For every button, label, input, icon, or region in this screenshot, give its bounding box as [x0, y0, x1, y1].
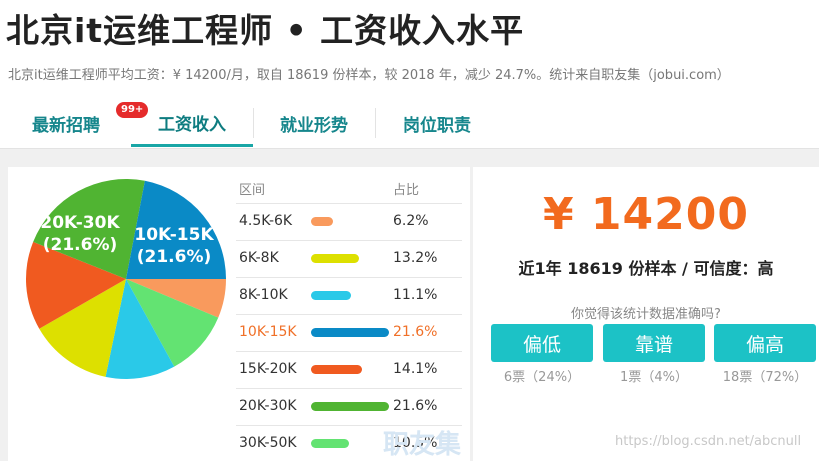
sample-info: 近1年 18619 份样本 / 可信度：高: [518, 259, 774, 278]
salary-range: 8K-10K: [239, 287, 288, 303]
tab-label: 工资收入: [158, 114, 226, 135]
share-percent: 6.2%: [393, 213, 429, 229]
salary-range: 10K-15K: [239, 324, 297, 340]
share-bar: [311, 439, 349, 448]
vote-low-count: 6票（24%）: [503, 370, 581, 385]
salary-range: 30K-50K: [239, 435, 297, 451]
table-row: 10K-15K 21.6%: [236, 314, 462, 351]
average-salary: ¥ 14200: [542, 189, 749, 240]
salary-stats-panel: ¥ 14200 近1年 18619 份样本 / 可信度：高 你觉得该统计数据准确…: [473, 167, 819, 461]
share-percent: 11.1%: [393, 287, 438, 303]
accuracy-question: 你觉得该统计数据准确吗?: [571, 307, 721, 322]
column-header-range: 区间: [239, 183, 266, 198]
table-row: 8K-10K 11.1%: [236, 277, 462, 314]
tab-employment[interactable]: 就业形势: [254, 100, 374, 146]
pie-label-20k-30k-pct: (21.6%): [43, 235, 118, 255]
salary-range: 20K-30K: [239, 398, 297, 414]
pie-label-10k-15k-pct: (21.6%): [137, 247, 212, 267]
salary-distribution-panel: 10K-15K (21.6%) 20K-30K (21.6%) 区间 占比 4.…: [8, 167, 470, 461]
tab-label: 最新招聘: [32, 115, 100, 136]
salary-range: 4.5K-6K: [239, 213, 293, 229]
share-percent: 14.1%: [393, 361, 438, 377]
share-percent: 13.2%: [393, 250, 438, 266]
tab-label: 岗位职责: [403, 115, 471, 136]
tab-latest-jobs[interactable]: 最新招聘 99+: [14, 100, 149, 146]
share-bar: [311, 365, 362, 374]
share-bar: [311, 291, 351, 300]
url-watermark: https://blog.csdn.net/abcnull: [615, 434, 802, 449]
tab-salary[interactable]: 工资收入: [131, 100, 253, 147]
table-row: 15K-20K 14.1%: [236, 351, 462, 388]
column-header-pct: 占比: [393, 183, 420, 198]
vote-high-button[interactable]: 偏高: [714, 324, 816, 362]
page-title: 北京it运维工程师 • 工资收入水平: [6, 11, 525, 50]
pie-label-20k-30k: 20K-30K: [40, 213, 120, 233]
vote-accurate-button[interactable]: 靠谱: [603, 324, 705, 362]
vote-accurate-count: 1票（4%）: [620, 370, 688, 385]
share-bar: [311, 402, 389, 411]
table-row: 6K-8K 13.2%: [236, 240, 462, 277]
share-bar: [311, 328, 389, 337]
salary-pie-chart: 10K-15K (21.6%) 20K-30K (21.6%): [26, 178, 226, 379]
vote-high-count: 18票（72%）: [722, 370, 808, 385]
share-bar: [311, 254, 359, 263]
tab-label: 就业形势: [280, 115, 348, 136]
salary-range: 15K-20K: [239, 361, 297, 377]
salary-range: 6K-8K: [239, 250, 279, 266]
table-row: 20K-30K 21.6%: [236, 388, 462, 425]
table-row: 4.5K-6K 6.2%: [236, 203, 462, 240]
share-bar: [311, 217, 333, 226]
site-watermark: 职友集: [383, 430, 462, 460]
tab-duties[interactable]: 岗位职责: [376, 100, 498, 146]
salary-summary: 北京it运维工程师平均工资：¥ 14200/月，取自 18619 份样本，较 2…: [8, 68, 730, 83]
pie-label-10k-15k: 10K-15K: [134, 225, 214, 245]
vote-low-button[interactable]: 偏低: [491, 324, 593, 362]
share-percent: 21.6%: [393, 398, 438, 414]
share-percent: 21.6%: [393, 324, 438, 340]
tab-bar: 最新招聘 99+ 工资收入 就业形势 岗位职责: [0, 100, 819, 149]
